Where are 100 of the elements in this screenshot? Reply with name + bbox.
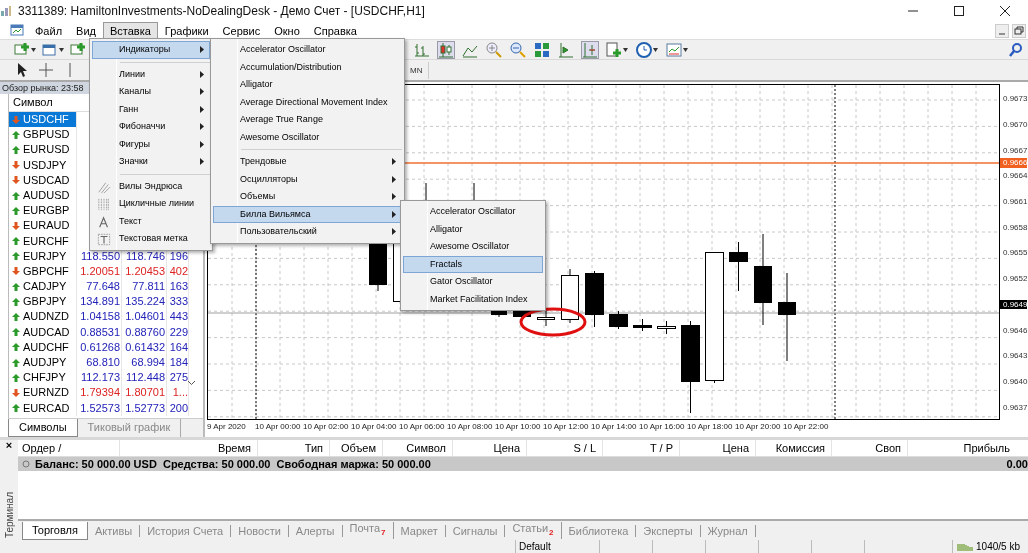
- menu-item[interactable]: Индикаторы: [92, 41, 210, 59]
- menu-item[interactable]: Фигуры: [92, 135, 210, 153]
- menu-item[interactable]: Ганн: [92, 100, 210, 118]
- dropdown-arrow-icon[interactable]: [653, 47, 658, 52]
- bar-chart-icon[interactable]: [414, 41, 430, 58]
- auto-scroll-icon[interactable]: [582, 41, 598, 58]
- column-header[interactable]: Объем: [330, 440, 383, 456]
- menu-item[interactable]: Цикличные линии: [92, 195, 210, 213]
- menu-item[interactable]: Билла Вильямса: [213, 205, 402, 223]
- menu-item[interactable]: Значки: [92, 153, 210, 171]
- menu-item[interactable]: Справка: [306, 22, 364, 39]
- menu-item[interactable]: Текстовая метка: [92, 230, 210, 248]
- menu-item[interactable]: Average Directional Movement Index: [213, 93, 402, 111]
- new-chart-icon[interactable]: [14, 41, 30, 58]
- column-header[interactable]: T / P: [603, 440, 680, 456]
- close-button[interactable]: ×: [5, 440, 13, 450]
- symbol-cell[interactable]: EURNZD: [9, 385, 77, 401]
- column-header[interactable]: Цена: [453, 440, 527, 456]
- minimize-icon[interactable]: [995, 23, 1009, 38]
- scroll-down-icon[interactable]: [187, 380, 196, 386]
- menu-item[interactable]: Market Facilitation Index: [403, 290, 543, 308]
- symbol-cell[interactable]: EURJPY: [9, 248, 77, 264]
- menu-item[interactable]: Окно: [267, 22, 307, 39]
- symbol-cell[interactable]: USDCAD: [9, 172, 77, 188]
- symbol-cell[interactable]: USDJPY: [9, 157, 77, 173]
- indicator-icon[interactable]: [666, 41, 682, 58]
- maximize-icon[interactable]: [953, 5, 965, 17]
- menu-item[interactable]: Трендовые: [213, 153, 402, 171]
- collapse-icon[interactable]: [22, 460, 30, 468]
- menu-item[interactable]: Сервис: [215, 22, 268, 39]
- price-label: 0.9646: [1002, 325, 1028, 335]
- symbol-cell[interactable]: AUDJPY: [9, 355, 77, 371]
- menu-item[interactable]: Фибоначчи: [92, 118, 210, 136]
- symbol-cell[interactable]: CHFJPY: [9, 370, 77, 386]
- menu-item[interactable]: Accelerator Oscillator: [213, 41, 402, 59]
- price-label: 0.9655: [1002, 248, 1028, 258]
- tab[interactable]: Статьи$_{2}$: [505, 521, 562, 540]
- menu-item[interactable]: Графики: [157, 22, 216, 39]
- candlestick-icon[interactable]: [438, 41, 454, 58]
- menu-item[interactable]: Вид: [69, 22, 103, 39]
- menu-item[interactable]: Текст: [92, 212, 210, 230]
- menu-item[interactable]: Линии: [92, 65, 210, 83]
- dropdown-arrow-icon[interactable]: [31, 47, 36, 52]
- symbol-cell[interactable]: GBPUSD: [9, 127, 77, 143]
- restore-icon[interactable]: [1012, 23, 1026, 38]
- search-icon[interactable]: [1008, 41, 1024, 58]
- column-header[interactable]: Прибыль: [908, 440, 1010, 456]
- symbol-name: USDCAD: [23, 172, 70, 188]
- zoom-out-icon[interactable]: [510, 41, 526, 58]
- menu-item[interactable]: Осцилляторы: [213, 170, 402, 188]
- menu-item[interactable]: Gator Oscillator: [403, 273, 543, 291]
- close-icon[interactable]: [999, 5, 1011, 17]
- symbol-cell[interactable]: EURUSD: [9, 142, 77, 158]
- symbol-cell[interactable]: GBPCHF: [9, 263, 77, 280]
- symbol-cell[interactable]: GBPJPY: [9, 294, 77, 310]
- menu-item[interactable]: Accelerator Oscillator: [403, 203, 543, 221]
- profiles-icon[interactable]: [42, 41, 58, 58]
- clock-icon[interactable]: [636, 41, 652, 58]
- tab[interactable]: Символы: [8, 419, 78, 437]
- menu-item[interactable]: Объемы: [213, 188, 402, 206]
- column-header[interactable]: Тип: [258, 440, 330, 456]
- tab[interactable]: Почта$_{7}$: [342, 521, 394, 540]
- tab[interactable]: Торговля: [22, 521, 88, 540]
- symbol-cell[interactable]: CADJPY: [9, 279, 77, 295]
- symbol-cell[interactable]: EURAUD: [9, 218, 77, 234]
- symbol-cell[interactable]: EURGBP: [9, 203, 77, 219]
- symbol-cell[interactable]: AUDCAD: [9, 324, 77, 340]
- column-header[interactable]: Время: [120, 440, 258, 456]
- dropdown-arrow-icon[interactable]: [59, 47, 64, 52]
- menu-item[interactable]: Alligator: [403, 220, 543, 238]
- column-header[interactable]: Символ: [383, 440, 453, 456]
- bid-cell: 1.79394: [77, 385, 122, 401]
- chart-shift-icon[interactable]: [558, 41, 574, 58]
- menu-item[interactable]: Alligator: [213, 76, 402, 94]
- symbol-cell[interactable]: AUDCHF: [9, 339, 77, 355]
- column-header[interactable]: Цена: [680, 440, 756, 456]
- menu-item[interactable]: Accumulation/Distribution: [213, 58, 402, 76]
- menu-item[interactable]: Вилы Эндрюса: [92, 177, 210, 195]
- candle: [537, 309, 555, 327]
- symbol-cell[interactable]: EURCAD: [9, 400, 77, 416]
- column-header[interactable]: Своп: [832, 440, 908, 456]
- column-header[interactable]: Комиссия: [756, 440, 832, 456]
- symbol-cell[interactable]: AUDNZD: [9, 309, 77, 325]
- symbol-cell[interactable]: USDCHF: [9, 112, 77, 128]
- dropdown-arrow-icon[interactable]: [623, 47, 628, 52]
- add-template-icon[interactable]: [606, 41, 622, 58]
- menu-item[interactable]: Пользовательский: [213, 223, 402, 241]
- chart-window-icon[interactable]: [10, 23, 24, 37]
- tile-windows-icon[interactable]: [534, 41, 550, 58]
- chart-icon[interactable]: [70, 41, 86, 58]
- dropdown-arrow-icon[interactable]: [683, 47, 688, 52]
- column-header[interactable]: S / L: [527, 440, 603, 456]
- symbol-cell[interactable]: AUDUSD: [9, 187, 77, 204]
- menu-item[interactable]: Файл: [28, 22, 70, 39]
- symbol-cell[interactable]: EURCHF: [9, 233, 77, 249]
- menu-item[interactable]: Fractals: [403, 255, 543, 273]
- column-header[interactable]: Ордер /: [18, 440, 120, 456]
- menu-item[interactable]: Awesome Oscillator: [213, 128, 402, 146]
- menu-item[interactable]: Average True Range: [213, 111, 402, 129]
- menu-item[interactable]: Awesome Oscillator: [403, 238, 543, 256]
